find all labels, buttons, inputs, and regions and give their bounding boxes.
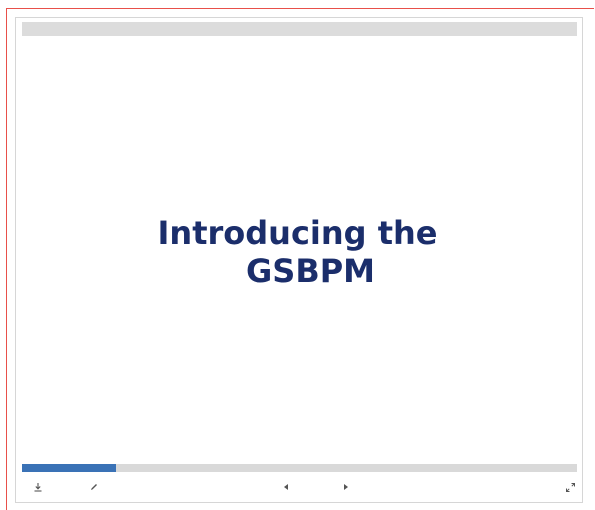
viewer-toolbar <box>22 474 577 500</box>
slide-viewer: Introducing the GSBPM <box>15 17 583 503</box>
slide-canvas: Introducing the GSBPM <box>22 36 577 464</box>
embed-frame: Introducing the GSBPM <box>6 8 594 510</box>
previous-icon <box>282 483 290 491</box>
fullscreen-button[interactable] <box>560 477 580 497</box>
viewer-top-bar <box>22 22 577 36</box>
download-icon <box>33 482 43 492</box>
download-button[interactable] <box>28 477 48 497</box>
previous-slide-button[interactable] <box>276 477 296 497</box>
next-slide-button[interactable] <box>336 477 356 497</box>
next-icon <box>342 483 350 491</box>
edit-button[interactable] <box>84 477 104 497</box>
slide-progress-bar[interactable] <box>22 464 577 472</box>
fullscreen-icon <box>565 482 576 493</box>
slide-title: Introducing the GSBPM <box>22 214 577 290</box>
slide-title-line2: GSBPM <box>246 252 375 290</box>
pencil-icon <box>89 482 99 492</box>
slide-title-line1: Introducing the <box>157 214 438 252</box>
slide-progress-fill <box>22 464 117 472</box>
